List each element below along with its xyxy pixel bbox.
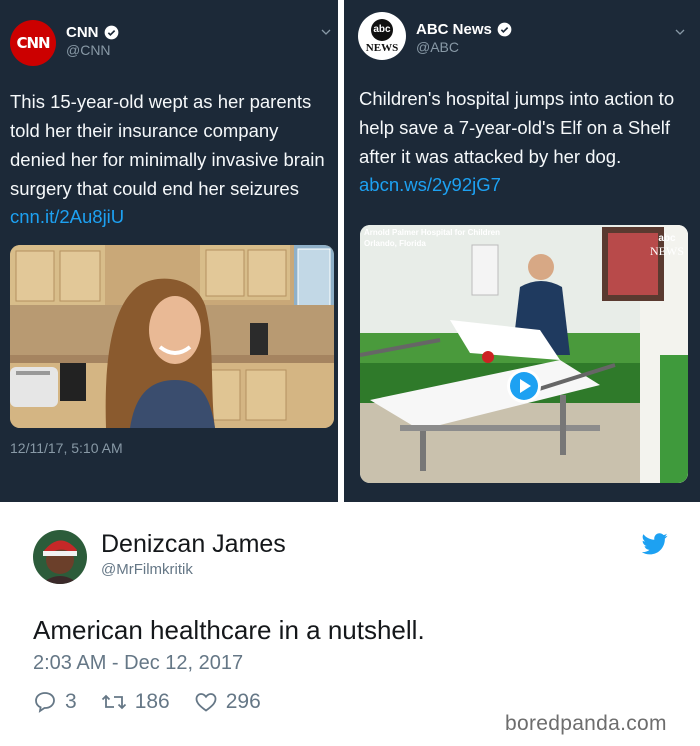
video-caption: Arnold Palmer Hospital for Children Orla…: [364, 227, 500, 249]
chevron-down-icon[interactable]: [320, 26, 332, 38]
abc-tweet-link[interactable]: abcn.ws/2y92jG7: [359, 174, 501, 196]
cnn-tweet-timestamp[interactable]: 12/11/17, 5:10 AM: [10, 440, 123, 456]
cnn-account-name-row[interactable]: CNN: [66, 24, 119, 41]
cnn-tweet-line: This 15-year-old wept as her parents: [10, 91, 312, 112]
abc-tweet-line: Children's hospital jumps into action to: [359, 88, 675, 109]
video-caption-line-1: Arnold Palmer Hospital for Children: [364, 228, 501, 237]
like-count: 296: [225, 690, 261, 713]
abc-tweet-card[interactable]: abc NEWS ABC News @ABC Children's hospit…: [344, 0, 700, 502]
play-icon[interactable]: [506, 368, 542, 404]
cnn-tweet-link[interactable]: cnn.it/2Au8jiU: [10, 206, 124, 228]
user-avatar-photo: [33, 530, 87, 584]
abc-tweet-line: help save a 7-year-old's Elf on a Shelf: [359, 117, 671, 138]
twitter-bird-icon[interactable]: [642, 533, 668, 555]
verified-icon: [497, 22, 512, 37]
abc-avatar-logo: abc: [371, 18, 393, 41]
abc-tweet-line: after it was attacked by her dog.: [359, 146, 622, 167]
user-display-name[interactable]: Denizcan James: [101, 530, 286, 559]
cnn-tweet-photo[interactable]: [10, 245, 334, 428]
retweet-icon: [101, 694, 126, 710]
cnn-account-handle[interactable]: @CNN: [66, 42, 111, 58]
cnn-tweet-line: denied her for minimally invasive brain: [10, 149, 325, 170]
verified-icon: [104, 25, 118, 40]
video-logo-abc: abc: [658, 233, 676, 244]
cnn-avatar-logo: CNN: [16, 34, 50, 52]
video-caption-line-2: Orlando, Florida: [364, 239, 426, 248]
abc-news-avatar[interactable]: abc NEWS: [358, 12, 406, 60]
abc-account-name[interactable]: ABC News: [416, 21, 492, 38]
cnn-tweet-text: This 15-year-old wept as her parents tol…: [10, 87, 325, 203]
reply-count: 3: [65, 690, 77, 713]
video-logo-news: NEWS: [650, 244, 684, 258]
hospital-video-frame: [360, 225, 688, 483]
reply-icon: [35, 692, 55, 713]
main-tweet-text: American healthcare in a nutshell.: [33, 615, 425, 645]
video-network-logo: abc NEWS: [650, 233, 684, 259]
retweet-count: 186: [134, 690, 170, 713]
cnn-avatar[interactable]: CNN: [10, 20, 56, 66]
retweet-button[interactable]: 186: [101, 690, 170, 714]
abc-account-handle[interactable]: @ABC: [416, 39, 459, 55]
cnn-tweet-line: told her their insurance company: [10, 120, 279, 141]
like-button[interactable]: 296: [194, 690, 261, 714]
boredpanda-watermark: boredpanda.com: [505, 712, 667, 735]
abc-account-name-row[interactable]: ABC News: [416, 21, 512, 38]
chevron-down-icon[interactable]: [674, 26, 686, 38]
main-tweet-date[interactable]: 2:03 AM - Dec 12, 2017: [33, 652, 243, 675]
tweet-actions: 3 186 296: [33, 690, 285, 714]
cnn-account-name[interactable]: CNN: [66, 24, 99, 41]
kitchen-girl-photo: [10, 245, 334, 428]
user-handle[interactable]: @MrFilmkritik: [101, 561, 193, 578]
cnn-tweet-line: surgery that could end her seizures: [10, 178, 299, 199]
reply-button[interactable]: 3: [33, 690, 77, 714]
abc-tweet-video[interactable]: Arnold Palmer Hospital for Children Orla…: [360, 225, 688, 483]
abc-avatar-news: NEWS: [365, 41, 399, 54]
cnn-tweet-card[interactable]: CNN CNN @CNN This 15-year-old wept as he…: [0, 0, 338, 502]
user-avatar[interactable]: [33, 530, 87, 584]
heart-icon: [195, 693, 217, 712]
abc-tweet-text: Children's hospital jumps into action to…: [359, 84, 674, 171]
